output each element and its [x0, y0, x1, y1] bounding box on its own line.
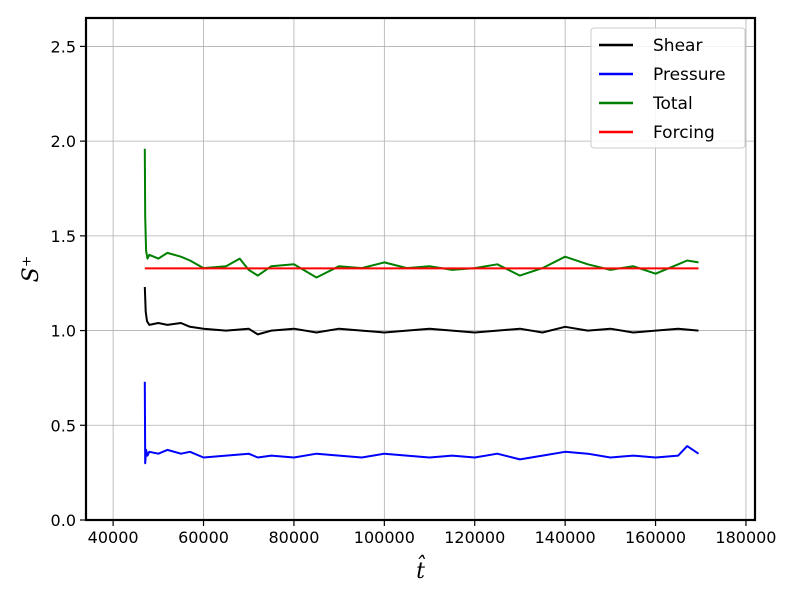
x-tick-label: 100000 [354, 528, 415, 547]
y-tick-label: 0.5 [51, 416, 76, 435]
y-tick-label: 1.0 [51, 322, 76, 341]
x-axis-label: t̂ [416, 555, 426, 584]
x-tick-label: 120000 [444, 528, 505, 547]
legend-label-pressure: Pressure [653, 65, 726, 85]
legend-label-forcing: Forcing [653, 123, 715, 143]
x-tick-label: 60000 [178, 528, 229, 547]
x-tick-label: 80000 [268, 528, 319, 547]
series-line-shear [143, 286, 699, 336]
series-layer [143, 148, 700, 465]
legend-label-total: Total [652, 94, 693, 114]
y-tick-label: 1.5 [51, 227, 76, 246]
legend: Shear Pressure Total Forcing [590, 27, 746, 149]
x-tick-label: 180000 [715, 528, 776, 547]
series-line-total [143, 148, 699, 279]
y-tick-label: 2.5 [51, 37, 76, 56]
x-tick-label: 160000 [625, 528, 686, 547]
legend-label-shear: Shear [653, 36, 702, 56]
y-axis-label: S⁺ [19, 256, 44, 283]
y-tick-label: 2.0 [51, 132, 76, 151]
x-tick-label: 140000 [535, 528, 596, 547]
chart: 40000 60000 80000 100000 120000 140000 160000 1… [19, 16, 776, 584]
series-line-pressure [143, 381, 700, 465]
x-tick-label: 40000 [88, 528, 139, 547]
y-tick-label: 0.0 [51, 511, 76, 530]
